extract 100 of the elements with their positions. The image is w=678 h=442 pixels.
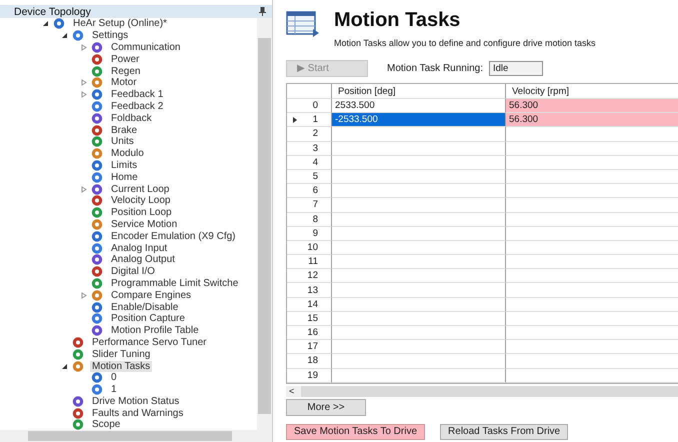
table-cell[interactable] (332, 198, 506, 212)
table-cell[interactable] (332, 326, 506, 340)
tree-item[interactable]: Position Capture (0, 312, 257, 325)
horizontal-scrollbar[interactable] (0, 430, 272, 442)
tree-item[interactable]: Position Loop (0, 206, 257, 219)
table-cell[interactable]: -2533.500 (332, 113, 506, 128)
table-cell[interactable] (332, 368, 506, 383)
collapse-arrow-icon[interactable] (61, 362, 68, 370)
tree-item[interactable]: Limits (0, 160, 257, 172)
table-cell[interactable] (332, 269, 506, 284)
tree-item[interactable]: Enable/Disable (0, 301, 257, 313)
row-header[interactable]: 12 (287, 269, 332, 284)
tree-item[interactable]: Settings (0, 30, 257, 42)
table-cell[interactable] (332, 142, 506, 156)
tree-item[interactable]: Modulo (0, 148, 257, 160)
row-header[interactable]: 16 (287, 326, 332, 340)
table-cell[interactable] (332, 184, 506, 198)
node-icon (71, 396, 85, 407)
tree-item[interactable]: Velocity Loop (0, 194, 257, 207)
row-header[interactable]: 6 (287, 184, 332, 198)
row-header[interactable]: 4 (287, 156, 332, 170)
tree-item[interactable]: Units (0, 136, 257, 148)
tree-item[interactable]: Analog Output (0, 254, 257, 266)
table-cell[interactable] (332, 312, 506, 326)
tree-item[interactable]: Programmable Limit Switche (0, 278, 257, 290)
row-header[interactable]: 19 (287, 368, 332, 383)
pin-icon[interactable] (259, 7, 266, 16)
tree-item[interactable]: Brake (0, 124, 257, 136)
tree-item[interactable]: Analog Input (0, 242, 257, 254)
tree-item[interactable]: Feedback 2 (0, 100, 257, 112)
tree-item[interactable]: 1 (0, 384, 257, 396)
expand-arrow-icon[interactable] (80, 44, 87, 51)
tree-item[interactable]: Faults and Warnings (0, 407, 257, 420)
table-cell[interactable] (332, 240, 506, 256)
column-header[interactable]: Position [deg] (332, 84, 506, 99)
collapse-arrow-icon[interactable] (61, 32, 68, 40)
row-header[interactable]: 9 (287, 226, 332, 241)
row-header[interactable]: 18 (287, 354, 332, 369)
table-cell[interactable]: 56.300 (506, 113, 678, 128)
table-cell[interactable] (332, 298, 506, 312)
node-icon (90, 54, 104, 65)
table-cell[interactable]: 56.300 (506, 99, 678, 114)
tree-item[interactable]: Performance Servo Tuner (0, 336, 257, 348)
row-header[interactable]: 0 (287, 99, 332, 114)
tree-item[interactable]: Scope (0, 419, 257, 430)
tree-item[interactable]: Foldback (0, 112, 257, 124)
row-header[interactable]: 15 (287, 312, 332, 326)
table-cell[interactable] (332, 283, 506, 298)
node-icon (90, 325, 104, 336)
row-header[interactable]: 1 (287, 113, 332, 128)
tree-item[interactable]: Home (0, 171, 257, 184)
more-button[interactable]: More >> (286, 398, 366, 416)
horizontal-scrollbar[interactable]: < (286, 386, 678, 397)
table-cell[interactable] (332, 127, 506, 142)
table-cell[interactable] (332, 170, 506, 184)
row-number: 4 (312, 156, 318, 168)
collapse-arrow-icon[interactable] (42, 20, 49, 28)
expand-arrow-icon[interactable] (80, 91, 87, 98)
table-cell[interactable] (332, 340, 506, 354)
node-icon (90, 218, 104, 230)
table-cell[interactable] (332, 212, 506, 227)
row-header[interactable]: 10 (287, 240, 332, 256)
row-header[interactable]: 5 (287, 170, 332, 184)
row-header[interactable]: 11 (287, 255, 332, 270)
tree-item[interactable]: Compare Engines (0, 289, 257, 302)
tree-item[interactable]: Feedback 1 (0, 88, 257, 101)
save-button[interactable]: Save Motion Tasks To Drive (286, 424, 426, 440)
tree-item[interactable]: Motor (0, 76, 257, 89)
reload-button[interactable]: Reload Tasks From Drive (440, 424, 568, 440)
tree-item[interactable]: Communication (0, 42, 257, 54)
expand-arrow-icon[interactable] (80, 292, 87, 299)
tree-item[interactable]: 0 (0, 372, 257, 384)
table-cell[interactable] (332, 156, 506, 170)
tree-item[interactable]: Digital I/O (0, 266, 257, 278)
row-header[interactable]: 13 (287, 283, 332, 298)
tree-item[interactable]: Motion Tasks (0, 360, 257, 372)
table-cell[interactable] (332, 354, 506, 369)
tree-item[interactable]: Slider Tuning (0, 348, 257, 360)
vertical-scrollbar[interactable] (257, 18, 272, 430)
tree-item[interactable]: Current Loop (0, 183, 257, 195)
expand-arrow-icon[interactable] (80, 79, 87, 86)
tree-item[interactable]: Encoder Emulation (X9 Cfg) (0, 230, 257, 242)
table-cell[interactable] (332, 226, 506, 241)
scrollbar-thumb[interactable] (28, 431, 232, 441)
row-header[interactable]: 17 (287, 340, 332, 354)
row-header[interactable]: 8 (287, 212, 332, 227)
row-header[interactable]: 7 (287, 198, 332, 212)
expand-arrow-icon[interactable] (80, 186, 87, 193)
tree-item[interactable]: Service Motion (0, 218, 257, 230)
scrollbar-thumb[interactable] (258, 38, 271, 414)
tree-item[interactable]: Regen (0, 65, 257, 77)
row-header[interactable]: 14 (287, 298, 332, 312)
scroll-left-icon[interactable]: < (286, 386, 301, 397)
tree-item[interactable]: Power (0, 53, 257, 66)
row-header[interactable]: 2 (287, 127, 332, 142)
tree-item[interactable]: Drive Motion Status (0, 396, 257, 408)
row-header[interactable]: 3 (287, 142, 332, 156)
tree-item[interactable]: Motion Profile Table (0, 324, 257, 337)
table-cell[interactable] (332, 255, 506, 270)
tree-item[interactable]: HeAr Setup (Online)* (0, 18, 257, 30)
